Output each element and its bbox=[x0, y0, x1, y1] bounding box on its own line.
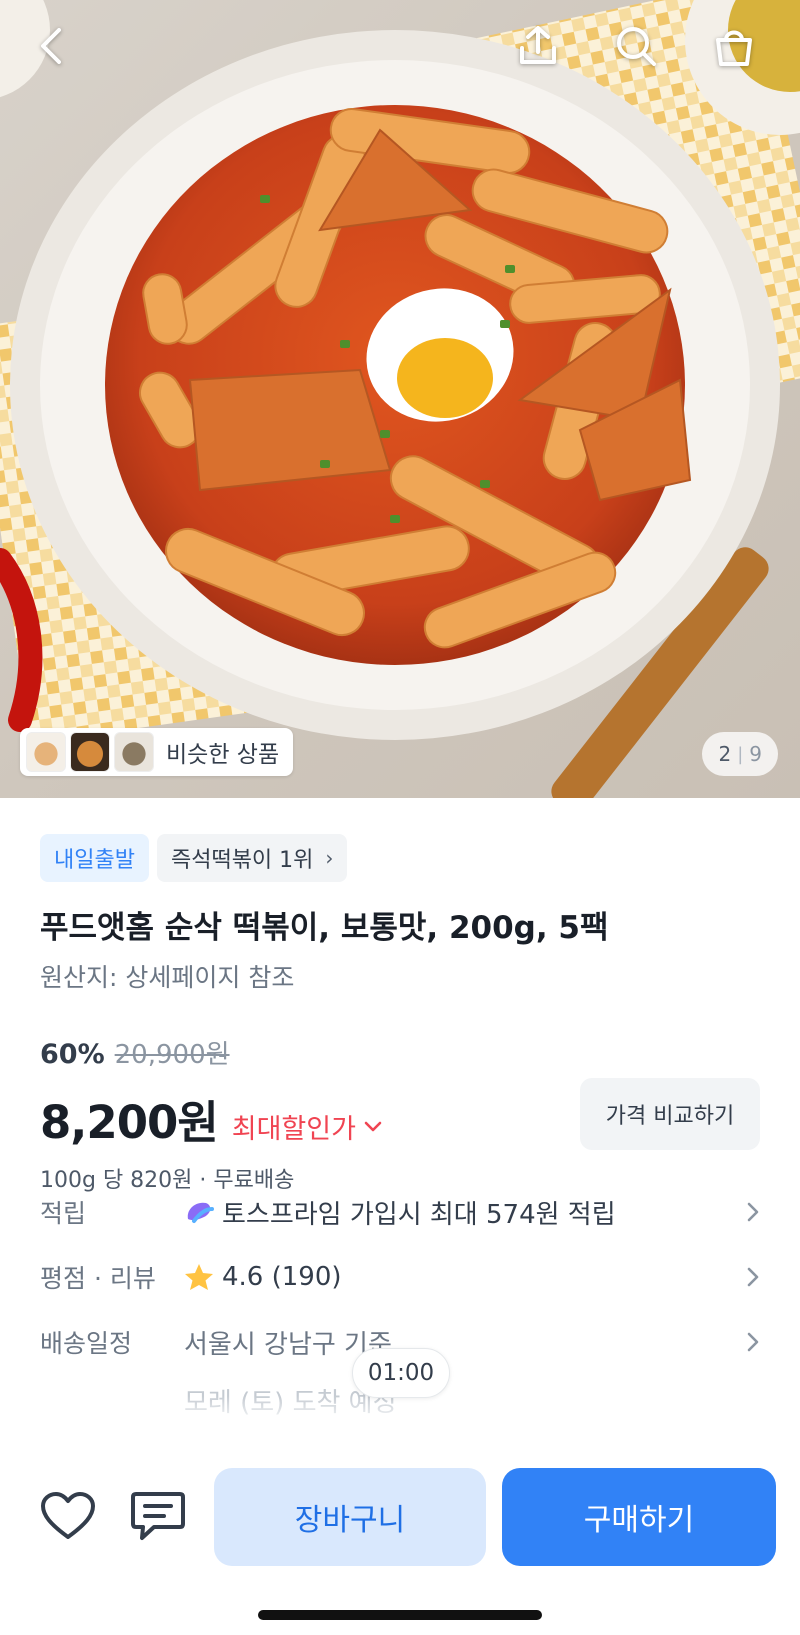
search-button[interactable] bbox=[604, 14, 668, 78]
origin-text: 원산지: 상세페이지 참조 bbox=[40, 963, 295, 992]
chevron-right-icon bbox=[736, 1331, 760, 1353]
points-row[interactable]: 적립 토스프라임 가입시 최대 574원 적립 bbox=[40, 1188, 760, 1236]
chevron-right-icon: › bbox=[325, 846, 334, 870]
similar-thumb-2 bbox=[70, 732, 110, 772]
wishlist-button[interactable] bbox=[36, 1484, 100, 1548]
similar-thumb-3 bbox=[114, 732, 154, 772]
sale-price: 8,200원 bbox=[40, 1096, 219, 1149]
home-indicator bbox=[258, 1610, 542, 1620]
rating-value-wrap: 4.6 (190) bbox=[184, 1262, 736, 1292]
points-value: 토스프라임 가입시 최대 574원 적립 bbox=[222, 1199, 616, 1230]
pager-current: 2 bbox=[718, 742, 732, 766]
max-discount-label: 최대할인가 bbox=[231, 1114, 356, 1145]
discount-row: 60% 20,900원 bbox=[40, 1034, 230, 1071]
ranking-badge[interactable]: 즉석떡볶이 1위 › bbox=[156, 834, 348, 882]
timer-badge: 01:00 bbox=[352, 1348, 450, 1398]
toss-prime-icon bbox=[184, 1199, 214, 1225]
badge-row: 내일출발 즉석떡볶이 1위 › bbox=[40, 834, 348, 882]
chat-icon bbox=[131, 1492, 185, 1540]
pager-total: 9 bbox=[749, 742, 762, 766]
chevron-down-icon bbox=[364, 1121, 382, 1131]
rating-label: 평점 · 리뷰 bbox=[40, 1264, 156, 1293]
shipping-badge: 내일출발 bbox=[40, 834, 149, 882]
shopping-bag-icon bbox=[716, 30, 752, 66]
ranking-badge-label: 즉석떡볶이 1위 bbox=[170, 848, 314, 873]
chevron-right-icon bbox=[736, 1201, 760, 1223]
pager-separator: | bbox=[737, 743, 744, 765]
delivery-value: 서울시 강남구 기준 bbox=[184, 1329, 392, 1360]
price-compare-button[interactable]: 가격 비교하기 bbox=[580, 1078, 760, 1150]
share-button[interactable] bbox=[506, 14, 570, 78]
rating-value: 4.6 (190) bbox=[222, 1262, 342, 1292]
discount-rate: 60% bbox=[40, 1039, 105, 1070]
image-pager: 2 | 9 bbox=[702, 732, 778, 776]
search-icon bbox=[617, 27, 656, 66]
chevron-left-icon bbox=[41, 28, 61, 64]
delivery-label: 배송일정 bbox=[40, 1329, 133, 1358]
similar-products-label: 비슷한 상품 bbox=[166, 742, 280, 768]
bottom-action-bar: 장바구니 구매하기 bbox=[0, 1396, 800, 1635]
original-price: 20,900원 bbox=[114, 1040, 230, 1070]
inquiry-button[interactable] bbox=[126, 1484, 190, 1548]
add-to-cart-button[interactable]: 장바구니 bbox=[214, 1468, 486, 1566]
chevron-right-icon bbox=[736, 1266, 760, 1288]
points-value-wrap: 토스프라임 가입시 최대 574원 적립 bbox=[184, 1194, 736, 1231]
rating-row[interactable]: 평점 · 리뷰 4.6 (190) bbox=[40, 1253, 760, 1301]
heart-icon bbox=[41, 1492, 95, 1539]
buy-now-button[interactable]: 구매하기 bbox=[502, 1468, 776, 1566]
product-image-gallery[interactable]: 비슷한 상품 2 | 9 bbox=[0, 0, 800, 798]
product-photo bbox=[0, 0, 800, 798]
similar-products-button[interactable]: 비슷한 상품 bbox=[20, 728, 294, 776]
share-icon bbox=[520, 26, 556, 64]
max-discount-toggle[interactable]: 최대할인가 bbox=[232, 1107, 382, 1146]
similar-thumb-1 bbox=[26, 732, 66, 772]
points-label: 적립 bbox=[40, 1199, 87, 1228]
star-icon bbox=[184, 1263, 214, 1291]
back-button[interactable] bbox=[20, 14, 84, 78]
cart-icon-button[interactable] bbox=[702, 14, 766, 78]
product-title: 푸드앳홈 순삭 떡볶이, 보통맛, 200g, 5팩 bbox=[40, 910, 609, 946]
price-row: 8,200원 최대할인가 bbox=[40, 1086, 382, 1151]
